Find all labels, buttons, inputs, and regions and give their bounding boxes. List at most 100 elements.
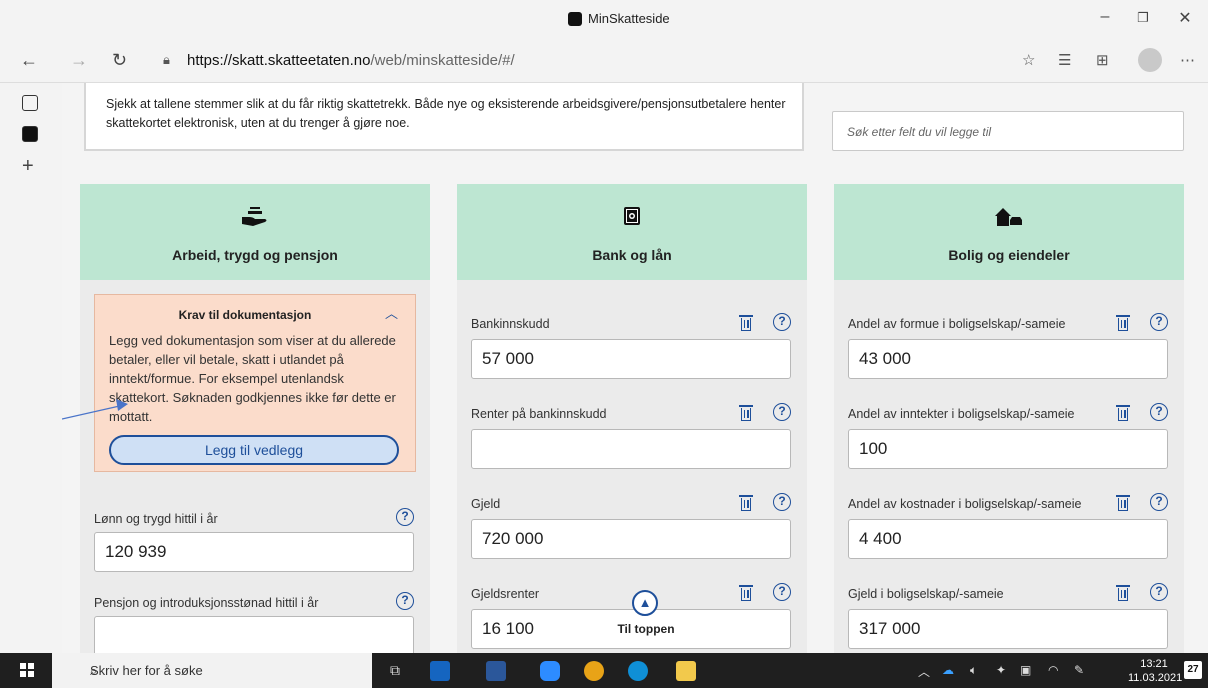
wifi-icon[interactable]: ◠ xyxy=(1048,663,1058,677)
field-input[interactable]: 4 400 xyxy=(848,519,1168,559)
help-icon[interactable]: ? xyxy=(396,508,414,526)
task-view-icon[interactable]: ⧉ xyxy=(390,662,400,679)
field-search-input[interactable]: Søk etter felt du vil legge til xyxy=(832,111,1184,151)
clock-time: 13:21 xyxy=(1140,658,1168,670)
field-label: Gjeld xyxy=(471,497,501,511)
delete-trash-icon[interactable] xyxy=(1116,315,1130,331)
file-explorer-icon[interactable] xyxy=(676,661,696,681)
delete-trash-icon[interactable] xyxy=(1116,495,1130,511)
windows-start-icon[interactable] xyxy=(20,663,34,682)
field-label: Lønn og trygd hittil i år xyxy=(94,512,218,526)
help-icon[interactable]: ? xyxy=(396,592,414,610)
word-icon[interactable] xyxy=(486,661,506,681)
help-icon[interactable]: ? xyxy=(773,313,791,331)
field-label: Andel av kostnader i boligselskap/-samei… xyxy=(848,497,1082,511)
zoom-icon[interactable] xyxy=(540,661,560,681)
collapse-chevron-icon[interactable]: ︿ xyxy=(385,303,398,322)
outlook-icon[interactable] xyxy=(430,661,450,681)
forward-icon[interactable]: → xyxy=(70,50,88,71)
windows-taskbar: ⌕ Skriv her for å søke ⧉ ︿ ☁ 🔈︎ ✦ ▣ ◠ ✎ … xyxy=(0,653,1208,688)
column-title: Bolig og eiendeler xyxy=(948,247,1070,263)
refresh-icon[interactable]: ↻ xyxy=(112,50,127,71)
delete-trash-icon[interactable] xyxy=(1116,405,1130,421)
doc-box-text: Legg ved dokumentasjon som viser at du a… xyxy=(109,333,396,424)
delete-trash-icon[interactable] xyxy=(739,585,753,601)
delete-trash-icon[interactable] xyxy=(1116,585,1130,601)
more-menu-icon[interactable]: ⋯ xyxy=(1180,51,1195,69)
notification-badge[interactable]: 27 xyxy=(1184,661,1202,679)
tab-actions-icon[interactable] xyxy=(22,95,38,111)
help-icon[interactable]: ? xyxy=(773,403,791,421)
volume-icon[interactable]: 🔈︎ xyxy=(970,663,977,678)
help-icon[interactable]: ? xyxy=(1150,493,1168,511)
field-label: Gjeld i boligselskap/-sameie xyxy=(848,587,1004,601)
column-arbeid: Arbeid, trygd og pensjon Krav til dokume… xyxy=(80,184,430,653)
field-input[interactable] xyxy=(94,616,414,653)
favorite-star-icon[interactable]: ☆ xyxy=(1022,51,1035,69)
documentation-requirement-box: Krav til dokumentasjon ︿ Legg ved dokume… xyxy=(94,294,416,472)
scroll-to-top-button[interactable]: ▲ Til toppen xyxy=(604,590,688,646)
profile-avatar[interactable] xyxy=(1138,48,1162,72)
taskbar-clock[interactable]: 13:21 11.03.2021 xyxy=(1128,657,1183,685)
taskbar-search-box[interactable]: ⌕ Skriv her for å søke xyxy=(52,653,372,688)
column-bank: Bank og lån Bankinnskudd? 57 000 Renter på… xyxy=(457,184,807,653)
clock-date: 11.03.2021 xyxy=(1128,672,1183,684)
app-icon xyxy=(568,12,582,26)
field-input[interactable]: 120 939 xyxy=(94,532,414,572)
page-content: Sjekk at tallene stemmer slik at du får … xyxy=(62,83,1208,653)
browser-toolbar: ← → ↻ 🔒︎ https://skatt.skatteetaten.no/w… xyxy=(0,42,1208,83)
delete-trash-icon[interactable] xyxy=(739,495,753,511)
scroll-to-top-label: Til toppen xyxy=(617,622,675,636)
close-button[interactable]: ✕ xyxy=(1170,8,1200,28)
notice-text: Sjekk at tallene stemmer slik at du får … xyxy=(106,97,786,130)
tab-minskatteside-icon[interactable] xyxy=(22,126,38,142)
field-input[interactable]: 720 000 xyxy=(471,519,791,559)
window-title: MinSkatteside xyxy=(588,11,670,26)
minimize-button[interactable]: – xyxy=(1090,8,1120,26)
vertical-tabs-sidebar: + xyxy=(0,83,63,653)
field-label: Andel av inntekter i boligselskap/-samei… xyxy=(848,407,1075,421)
dropbox-icon[interactable]: ✦ xyxy=(996,663,1006,677)
field-input[interactable]: 43 000 xyxy=(848,339,1168,379)
field-label: Andel av formue i boligselskap/-sameie xyxy=(848,317,1066,331)
favorites-list-icon[interactable]: ☰ xyxy=(1058,51,1071,69)
pen-icon[interactable]: ✎ xyxy=(1074,663,1084,677)
field-label: Gjeldsrenter xyxy=(471,587,540,601)
lock-icon: 🔒︎ xyxy=(163,52,170,67)
annotation-arrow xyxy=(62,383,132,428)
url-text: https://skatt.skatteetaten.no/web/minska… xyxy=(187,52,515,69)
chrome-icon[interactable] xyxy=(584,661,604,681)
add-attachment-button[interactable]: Legg til vedlegg xyxy=(109,435,399,465)
arrow-up-icon: ▲ xyxy=(632,590,658,616)
doc-box-title: Krav til dokumentasjon xyxy=(178,308,312,322)
help-icon[interactable]: ? xyxy=(1150,583,1168,601)
help-icon[interactable]: ? xyxy=(773,493,791,511)
delete-trash-icon[interactable] xyxy=(739,315,753,331)
collections-icon[interactable]: ⊞ xyxy=(1096,51,1109,69)
column-header: Bank og lån xyxy=(457,184,807,280)
new-tab-plus-icon[interactable]: + xyxy=(22,155,34,178)
column-bolig: Bolig og eiendeler Andel av formue i bol… xyxy=(834,184,1184,653)
display-icon[interactable]: ▣ xyxy=(1020,663,1031,677)
taskbar-search-placeholder: Skriv her for å søke xyxy=(90,663,203,678)
column-title: Bank og lån xyxy=(592,247,672,263)
edge-icon[interactable] xyxy=(628,661,648,681)
help-icon[interactable]: ? xyxy=(1150,403,1168,421)
hand-money-icon xyxy=(80,206,430,234)
back-icon[interactable]: ← xyxy=(20,50,38,71)
delete-trash-icon[interactable] xyxy=(739,405,753,421)
safe-icon xyxy=(457,206,807,232)
field-input[interactable]: 100 xyxy=(848,429,1168,469)
restore-button[interactable]: ❐ xyxy=(1128,10,1158,26)
field-input[interactable]: 317 000 xyxy=(848,609,1168,649)
address-bar[interactable]: 🔒︎ https://skatt.skatteetaten.no/web/min… xyxy=(145,47,995,75)
help-icon[interactable]: ? xyxy=(1150,313,1168,331)
field-label: Renter på bankinnskudd xyxy=(471,407,607,421)
column-header: Bolig og eiendeler xyxy=(834,184,1184,280)
tray-chevron-icon[interactable]: ︿ xyxy=(918,663,930,680)
field-input[interactable]: 57 000 xyxy=(471,339,791,379)
help-icon[interactable]: ? xyxy=(773,583,791,601)
field-input[interactable] xyxy=(471,429,791,469)
info-notice: Sjekk at tallene stemmer slik at du får … xyxy=(84,83,804,151)
onedrive-icon[interactable]: ☁ xyxy=(942,663,954,677)
